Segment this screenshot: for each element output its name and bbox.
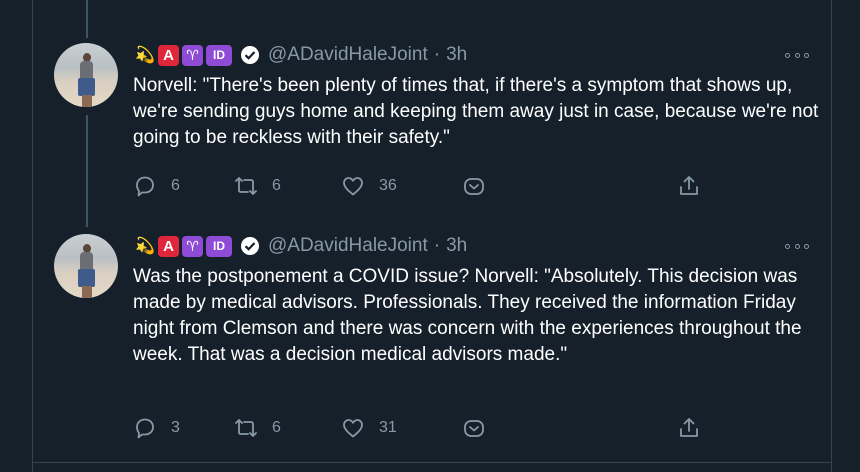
reply-button[interactable]: 3 <box>133 414 180 442</box>
tweet-text: Was the postponement a COVID issue? Norv… <box>133 266 802 365</box>
retweet-count: 6 <box>272 419 281 436</box>
tweet-actions: 3 6 31 <box>133 414 713 442</box>
like-button[interactable]: 31 <box>341 414 397 442</box>
more-actions-button[interactable] <box>462 414 500 442</box>
a-button-emoji-icon: A <box>158 235 179 257</box>
share-button[interactable] <box>677 414 715 442</box>
reply-count: 3 <box>171 419 180 436</box>
like-count: 31 <box>379 419 397 436</box>
reply-icon <box>136 418 154 439</box>
timeline-column: 💫 A ♈ ID @ADavidHaleJoint · 3h Norvell: … <box>32 0 832 472</box>
tweet[interactable]: 💫 A ♈ ID @ADavidHaleJoint · 3h Was the p… <box>33 0 831 472</box>
heart-icon <box>343 419 363 438</box>
separator: · <box>433 235 441 256</box>
retweet-icon <box>235 419 257 437</box>
avatar[interactable] <box>54 234 118 298</box>
share-icon <box>680 418 698 437</box>
tweet-header: 💫 A ♈ ID @ADavidHaleJoint · 3h <box>134 234 467 258</box>
more-options-icon[interactable] <box>785 238 809 254</box>
tweet-divider <box>33 462 831 463</box>
user-handle[interactable]: @ADavidHaleJoint <box>268 235 428 257</box>
retweet-button[interactable]: 6 <box>234 414 281 442</box>
dizzy-emoji-icon: 💫 <box>135 238 155 255</box>
timestamp[interactable]: 3h <box>446 235 467 257</box>
chevron-down-box-icon <box>464 420 484 437</box>
aries-emoji-icon: ♈ <box>182 235 203 257</box>
verified-badge-icon <box>240 236 260 256</box>
id-button-emoji-icon: ID <box>206 235 232 257</box>
